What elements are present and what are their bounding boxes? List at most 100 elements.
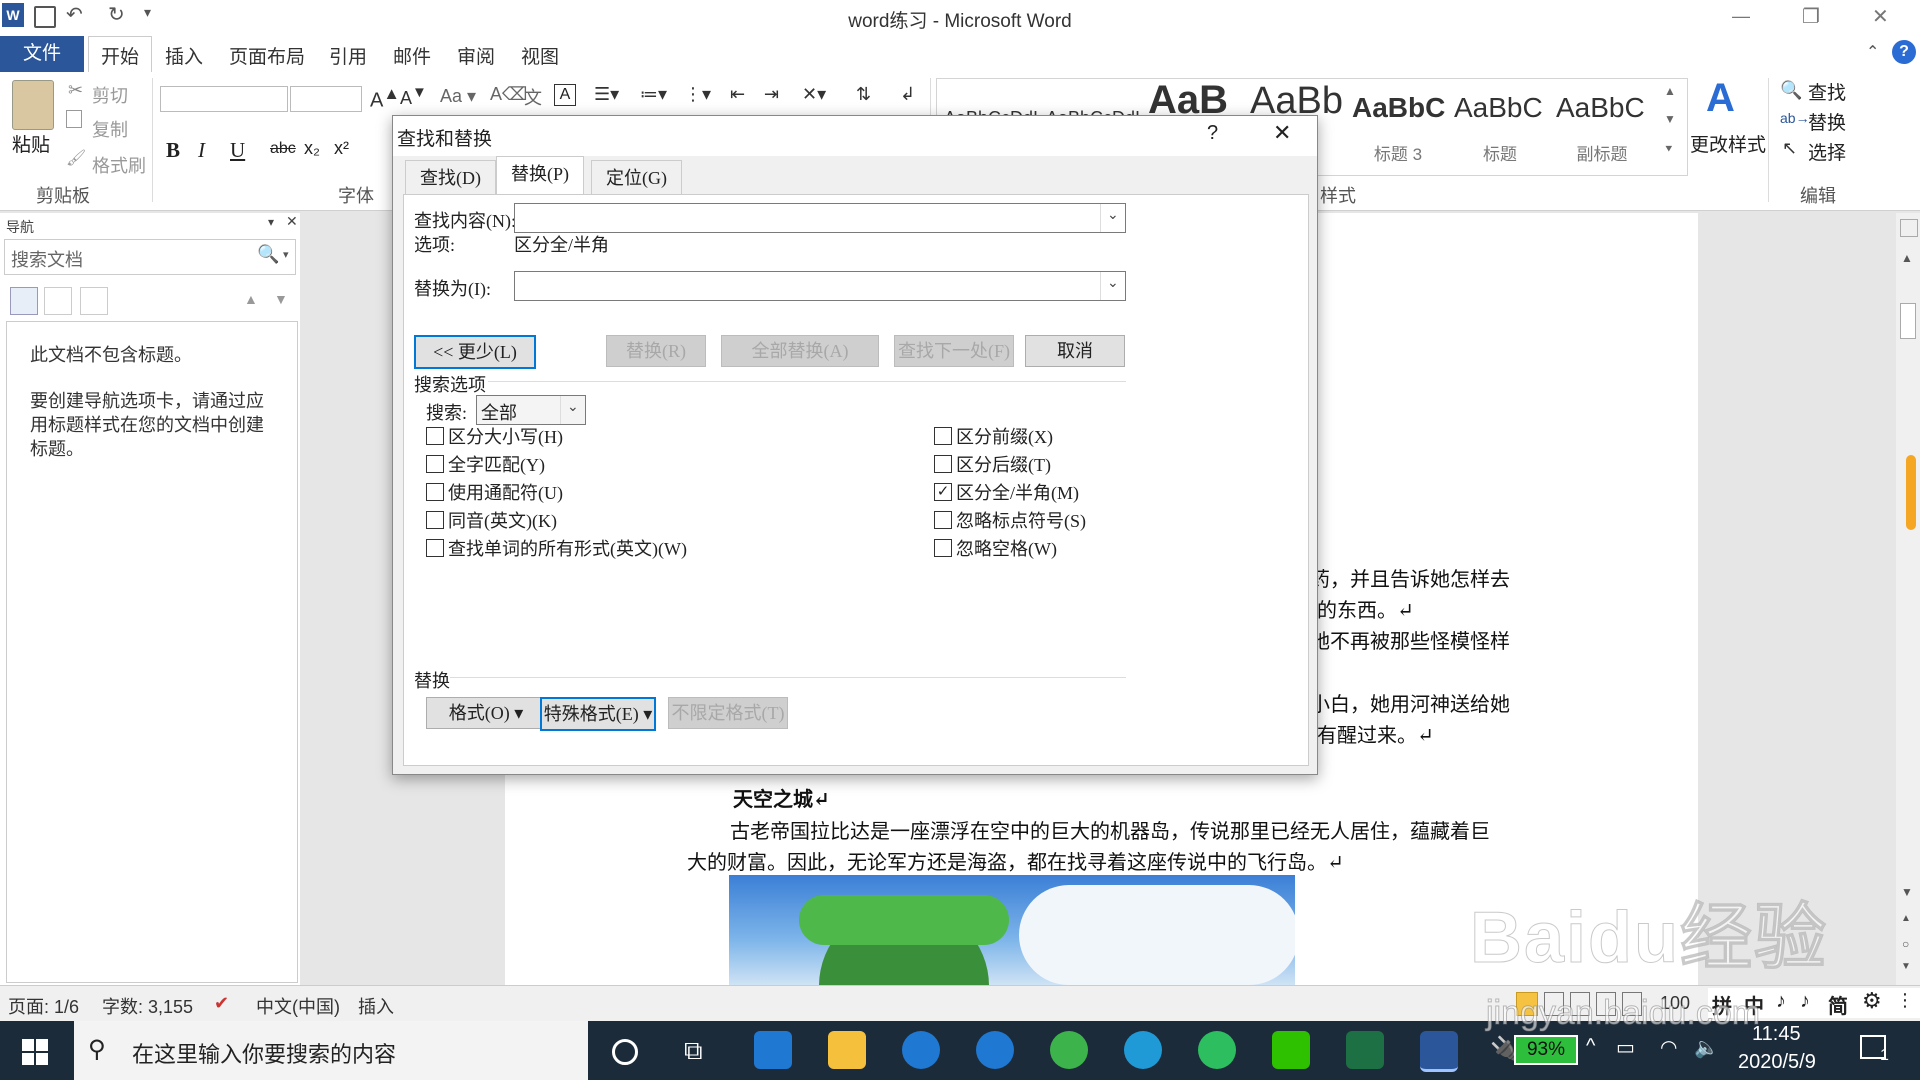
format-painter-button[interactable]: 格式刷 bbox=[92, 152, 146, 178]
decrease-indent-icon[interactable]: ⇤ bbox=[730, 84, 745, 105]
sounds-like-checkbox[interactable] bbox=[426, 511, 444, 529]
nav-pane-options-icon[interactable]: ▾ bbox=[268, 215, 274, 229]
no-formatting-button[interactable]: 不限定格式(T) bbox=[668, 697, 788, 729]
gallery-more-icon[interactable]: ⯆ bbox=[1664, 142, 1674, 157]
bullets-icon[interactable]: ☰▾ bbox=[594, 84, 619, 105]
numbering-icon[interactable]: ≔▾ bbox=[640, 84, 667, 105]
tab-home-label[interactable]: 开始 bbox=[101, 42, 139, 69]
less-button[interactable]: << 更少(L) bbox=[414, 335, 536, 369]
nav-search-box[interactable]: 搜索文档 🔍 ▾ bbox=[4, 239, 296, 275]
ignore-punctuation-checkbox[interactable] bbox=[934, 511, 952, 529]
tab-page-layout[interactable]: 页面布局 bbox=[229, 42, 305, 69]
next-page-icon[interactable]: ▼ bbox=[1901, 961, 1911, 972]
increase-indent-icon[interactable]: ⇥ bbox=[764, 84, 779, 105]
replace-button[interactable]: 替换(R) bbox=[606, 335, 706, 367]
whole-word-checkbox[interactable] bbox=[426, 455, 444, 473]
font-name-combo[interactable] bbox=[160, 86, 288, 112]
evernote-icon[interactable] bbox=[1198, 1031, 1236, 1069]
chat-app-icon[interactable] bbox=[1124, 1031, 1162, 1069]
match-width-label[interactable]: 区分全/半角(M) bbox=[956, 479, 1079, 505]
tab-references[interactable]: 引用 bbox=[329, 42, 367, 69]
search-icon[interactable]: 🔍 bbox=[257, 244, 279, 265]
sounds-like-label[interactable]: 同音(英文)(K) bbox=[448, 507, 557, 533]
tab-insert[interactable]: 插入 bbox=[165, 42, 203, 69]
nav-search-input[interactable]: 搜索文档 bbox=[11, 246, 83, 272]
scroll-down-icon[interactable]: ▼ bbox=[1901, 885, 1913, 899]
asian-layout-icon[interactable]: ✕▾ bbox=[802, 84, 826, 105]
excel-icon[interactable] bbox=[1346, 1031, 1384, 1069]
help-icon[interactable]: ? bbox=[1892, 40, 1916, 64]
show-marks-icon[interactable]: ↲ bbox=[900, 84, 915, 105]
change-styles-icon[interactable]: A bbox=[1706, 76, 1735, 121]
wechat-icon[interactable] bbox=[1272, 1031, 1310, 1069]
match-prefix-checkbox[interactable] bbox=[934, 427, 952, 445]
cut-button[interactable]: 剪切 bbox=[92, 82, 128, 108]
clock-date[interactable]: 2020/5/9 bbox=[1738, 1051, 1816, 1074]
clear-format-icon[interactable]: A⌫ bbox=[490, 84, 527, 105]
special-format-button[interactable]: 特殊格式(E) ▾ bbox=[540, 697, 656, 731]
match-case-checkbox[interactable] bbox=[426, 427, 444, 445]
cortana-icon[interactable] bbox=[612, 1039, 638, 1065]
search-dropdown-icon[interactable]: ▾ bbox=[283, 248, 289, 261]
match-prefix-label[interactable]: 区分前缀(X) bbox=[956, 423, 1053, 449]
style-tile[interactable]: AaBbC 副标题 bbox=[1552, 82, 1652, 166]
find-button[interactable]: 查找 bbox=[1808, 78, 1846, 105]
file-explorer-icon[interactable] bbox=[828, 1031, 866, 1069]
replace-icon[interactable]: ab→ bbox=[1780, 110, 1810, 126]
task-view-icon[interactable]: ⧉ bbox=[684, 1035, 703, 1067]
word-count[interactable]: 字数: 3,155 bbox=[102, 993, 193, 1019]
restore-button[interactable]: ❐ bbox=[1802, 4, 1820, 29]
copy-button[interactable]: 复制 bbox=[92, 116, 128, 142]
previous-page-icon[interactable]: ▲ bbox=[1901, 913, 1911, 924]
cancel-button[interactable]: 取消 bbox=[1025, 335, 1125, 367]
tab-replace[interactable]: 替换(P) bbox=[496, 156, 584, 195]
bold-button[interactable]: B bbox=[166, 138, 180, 163]
dialog-help-button[interactable]: ? bbox=[1207, 122, 1218, 145]
minimize-button[interactable]: — bbox=[1732, 6, 1750, 27]
ime-settings-icon[interactable]: ⚙ bbox=[1862, 988, 1882, 1014]
scroll-thumb[interactable] bbox=[1900, 303, 1916, 339]
wifi-icon[interactable]: ◠ bbox=[1660, 1035, 1677, 1060]
ime-more-icon[interactable]: ⋮ bbox=[1896, 990, 1914, 1011]
taskbar-search-input[interactable]: 在这里输入你要搜索的内容 bbox=[132, 1037, 396, 1069]
edge-browser-icon[interactable] bbox=[976, 1031, 1014, 1069]
page-indicator[interactable]: 页面: 1/6 bbox=[8, 993, 79, 1019]
volume-icon[interactable]: 🔈 bbox=[1694, 1035, 1719, 1060]
browse-headings-tab[interactable] bbox=[10, 287, 38, 315]
wildcards-checkbox[interactable] bbox=[426, 483, 444, 501]
gallery-scroll-down-icon[interactable]: ▼ bbox=[1664, 112, 1676, 126]
strikethrough-button[interactable]: abc bbox=[270, 140, 296, 158]
replace-button[interactable]: 替换 bbox=[1808, 108, 1846, 135]
format-painter-icon[interactable]: 🖌 bbox=[66, 148, 86, 168]
wildcards-label[interactable]: 使用通配符(U) bbox=[448, 479, 563, 505]
close-button[interactable]: ✕ bbox=[1872, 4, 1889, 29]
vertical-scrollbar[interactable]: ▲ ▼ ▲ ○ ▼ bbox=[1896, 213, 1920, 985]
match-case-label[interactable]: 区分大小写(H) bbox=[448, 423, 563, 449]
underline-button[interactable]: U bbox=[230, 138, 245, 163]
phonetic-guide-icon[interactable]: 文 bbox=[524, 84, 542, 110]
gallery-scroll-up-icon[interactable]: ▲ bbox=[1664, 84, 1676, 98]
ribbon-minimize-icon[interactable]: ⌃ bbox=[1866, 42, 1879, 62]
battery-indicator[interactable]: 93% bbox=[1514, 1035, 1578, 1065]
cut-icon[interactable]: ✂ bbox=[68, 80, 83, 101]
tab-review[interactable]: 审阅 bbox=[457, 42, 495, 69]
font-size-combo[interactable] bbox=[290, 86, 362, 112]
ime-punctuation-icon[interactable]: ♪ bbox=[1776, 990, 1786, 1013]
subscript-button[interactable]: x₂ bbox=[304, 138, 320, 159]
insert-mode-indicator[interactable]: 插入 bbox=[358, 993, 394, 1019]
paste-icon[interactable] bbox=[12, 80, 54, 130]
match-width-checkbox[interactable]: ✓ bbox=[934, 483, 952, 501]
right-edge-scroll-handle[interactable] bbox=[1906, 455, 1916, 530]
all-word-forms-checkbox[interactable] bbox=[426, 539, 444, 557]
whole-word-label[interactable]: 全字匹配(Y) bbox=[448, 451, 545, 477]
word-icon[interactable] bbox=[1420, 1031, 1458, 1072]
change-styles-button[interactable]: 更改样式 bbox=[1690, 130, 1766, 157]
ime-simplified-indicator[interactable]: 简 bbox=[1828, 990, 1848, 1019]
select-icon[interactable]: ↖ bbox=[1782, 138, 1797, 159]
tray-expand-icon[interactable]: ^ bbox=[1586, 1035, 1595, 1058]
ruler-toggle-icon[interactable] bbox=[1900, 219, 1918, 237]
match-suffix-checkbox[interactable] bbox=[934, 455, 952, 473]
proofing-icon[interactable]: ✔ bbox=[214, 993, 229, 1014]
next-heading-icon[interactable]: ▼ bbox=[274, 291, 288, 307]
search-direction-select[interactable]: 全部 ⌄ bbox=[476, 395, 586, 425]
